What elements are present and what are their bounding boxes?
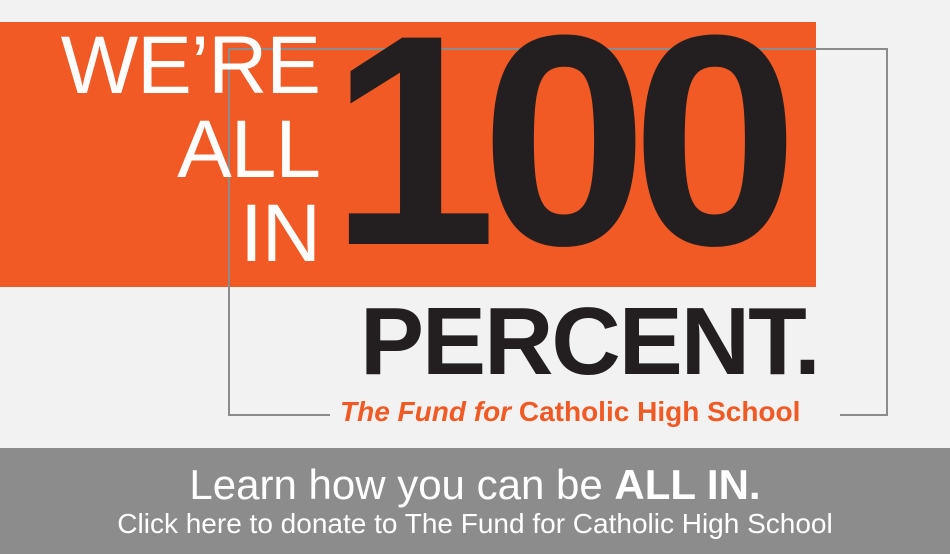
percent-word: PERCENT.	[360, 288, 821, 395]
fund-prefix: The Fund for	[340, 396, 512, 427]
headline-stack: WE’RE ALL IN	[0, 20, 321, 279]
learn-emphasis: ALL IN.	[614, 461, 761, 508]
learn-line[interactable]: Learn how you can be ALL IN.	[0, 462, 950, 508]
headline-line-were: WE’RE	[60, 20, 321, 111]
big-number: 100	[330, 0, 799, 308]
headline-line-all: ALL	[177, 104, 321, 195]
fund-tagline: The Fund for Catholic High School	[340, 396, 800, 428]
donate-cta-bar[interactable]: Learn how you can be ALL IN. Click here …	[0, 448, 950, 554]
donate-link[interactable]: Click here to donate to The Fund for Cat…	[0, 508, 950, 540]
learn-text: Learn how you can be	[189, 461, 603, 508]
headline-line-in: IN	[240, 188, 321, 279]
fund-name: Catholic High School	[518, 396, 801, 427]
campaign-banner: WE’RE ALL IN 100 PERCENT. The Fund for C…	[0, 0, 950, 448]
